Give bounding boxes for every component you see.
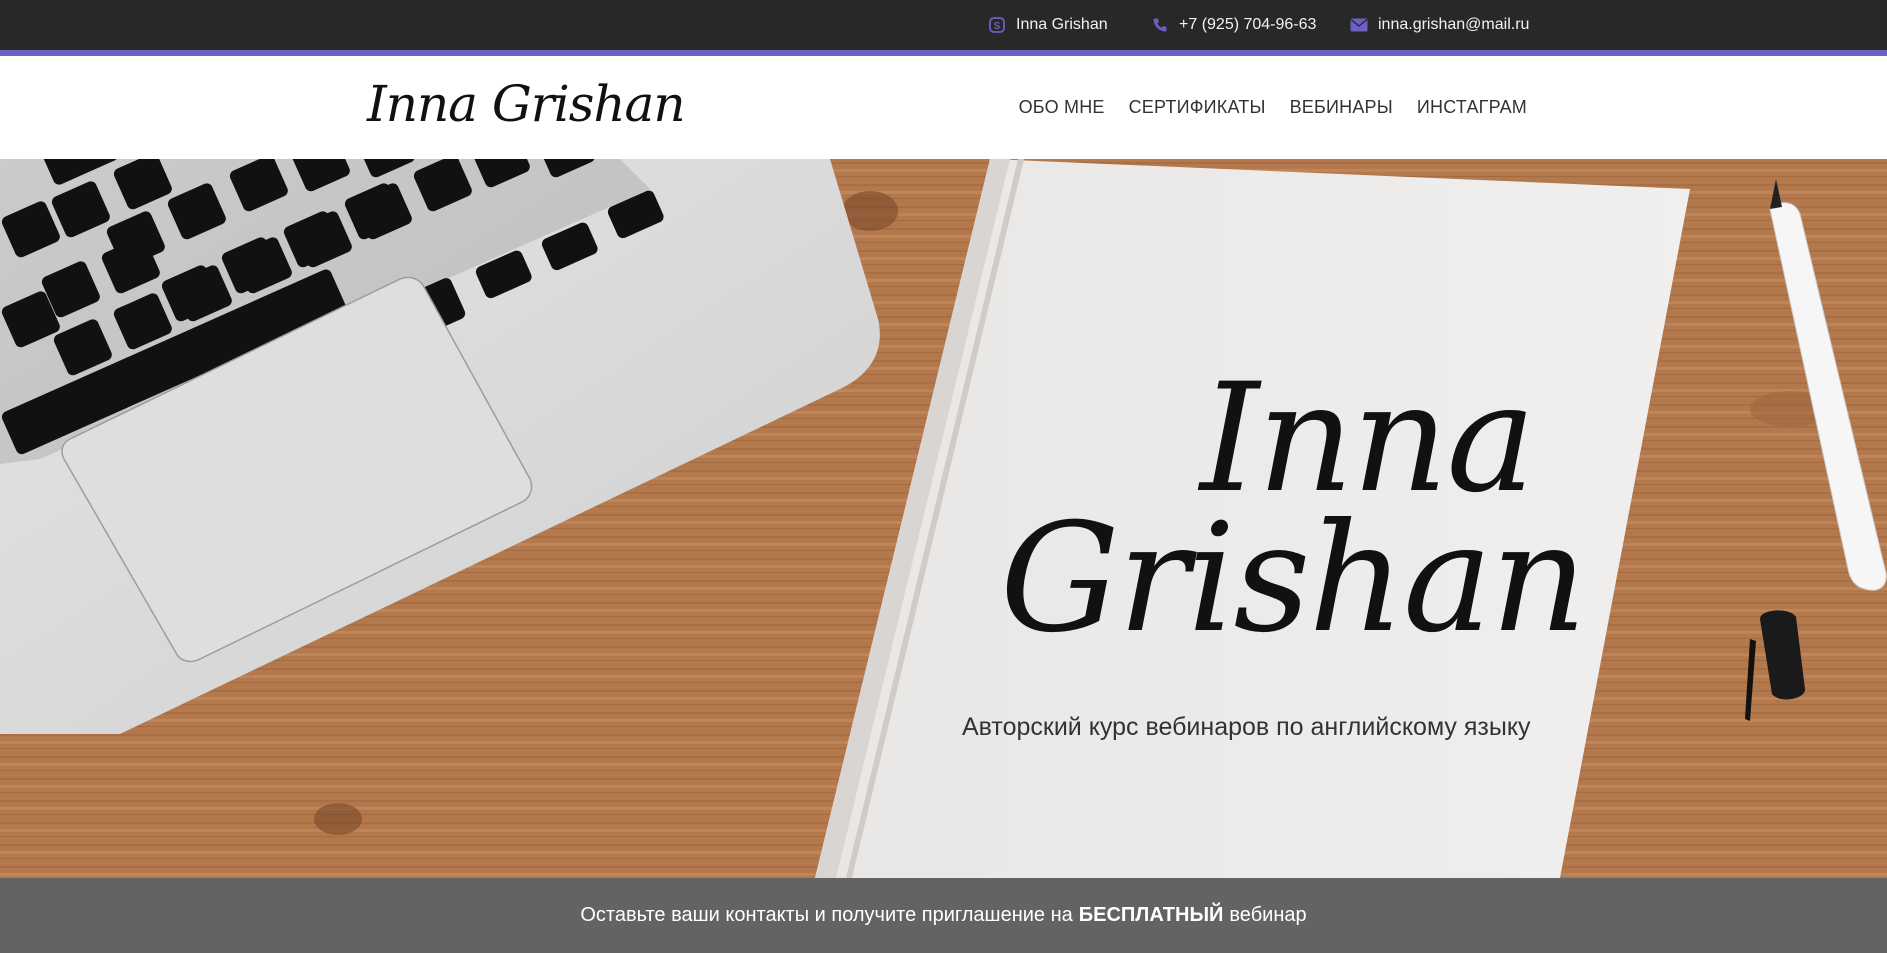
nav-webinars[interactable]: ВЕБИНАРЫ [1290,97,1393,118]
email-label: inna.grishan@mail.ru [1378,16,1530,33]
phone-label: +7 (925) 704-96-63 [1179,16,1317,33]
hero-subtitle: Авторский курс вебинаров по английскому … [962,713,1531,741]
hero-title-line-2: Grishan [1000,492,1587,666]
phone-contact[interactable]: +7 (925) 704-96-63 [1151,0,1316,50]
envelope-icon [1350,16,1368,34]
skype-contact[interactable]: S Inna Grishan [988,0,1108,50]
cta-text: Оставьте ваши контакты и получите пригла… [580,904,1073,926]
main-nav: ОБО МНЕ СЕРТИФИКАТЫ ВЕБИНАРЫ ИНСТАГРАМ [1019,56,1527,159]
site-header: Inna Grishan ОБО МНЕ СЕРТИФИКАТЫ ВЕБИНАР… [0,56,1887,159]
email-contact[interactable]: inna.grishan@mail.ru [1350,0,1529,50]
hero-title-line-1: Inna [1200,352,1536,526]
site-logo[interactable]: Inna Grishan [367,74,686,134]
hero-background-image [0,159,1887,878]
nav-instagram[interactable]: ИНСТАГРАМ [1417,97,1527,118]
cta-highlight: БЕСПЛАТНЫЙ [1078,904,1224,926]
svg-text:S: S [994,21,1001,32]
phone-icon [1151,16,1169,34]
webinar-cta-bar[interactable]: Оставьте ваши контакты и получите пригла… [0,878,1887,953]
skype-label: Inna Grishan [1016,16,1108,33]
nav-certificates[interactable]: СЕРТИФИКАТЫ [1129,97,1266,118]
top-contact-bar: S Inna Grishan +7 (925) 704-96-63 inna.g… [0,0,1887,50]
cta-text-end: вебинар [1229,904,1307,926]
hero-title: Inna Grishan [1000,352,1600,666]
hero-banner: Inna Grishan Авторский курс вебинаров по… [0,159,1887,878]
skype-icon: S [988,16,1006,34]
nav-about[interactable]: ОБО МНЕ [1019,97,1105,118]
